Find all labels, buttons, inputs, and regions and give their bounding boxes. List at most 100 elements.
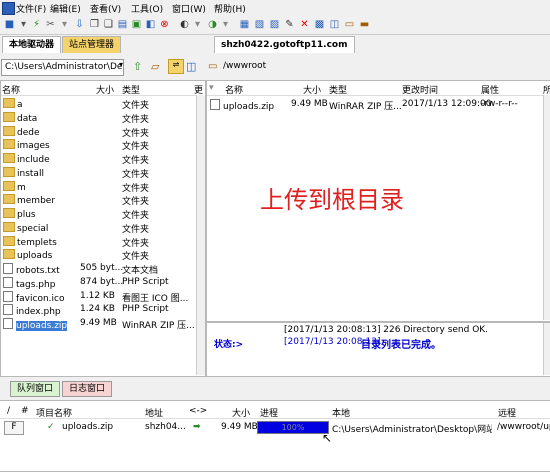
menu-tools[interactable]: 工具(O)	[131, 2, 163, 15]
upload-icon[interactable]: ▦	[238, 18, 251, 31]
save-icon[interactable]: ▣	[130, 18, 143, 31]
local-file-row[interactable]: templets 文件夹	[1, 235, 196, 249]
delete-icon[interactable]: ✕	[298, 18, 311, 31]
local-file-row[interactable]: tags.php 874 byt... PHP Script	[1, 276, 196, 290]
local-file-row[interactable]: a 文件夹	[1, 97, 196, 111]
remote-file-row[interactable]: uploads.zip 9.49 MB WinRAR ZIP 压... 2017…	[207, 98, 550, 112]
local-file-row[interactable]: index.php 1.24 KB PHP Script	[1, 303, 196, 317]
local-file-row[interactable]: plus 文件夹	[1, 207, 196, 221]
local-file-row[interactable]: dede 文件夹	[1, 125, 196, 139]
queue-header: / # 项目名称 地址 <-> 大小 进程 本地 远程	[0, 404, 550, 419]
local-file-row[interactable]: data 文件夹	[1, 111, 196, 125]
remote-path-combo[interactable]: /wwwroot	[220, 59, 550, 74]
local-file-row[interactable]: uploads.zip 9.49 MB WinRAR ZIP 压...	[1, 317, 196, 331]
queue-icon[interactable]: ▨	[268, 18, 281, 31]
menu-view[interactable]: 查看(V)	[90, 2, 121, 15]
quick-connect-icon[interactable]: ⚡	[30, 18, 43, 31]
terminal-icon[interactable]: ▬	[358, 18, 371, 31]
log-scrollbar[interactable]	[543, 323, 550, 375]
disconnect-icon[interactable]: ✂	[44, 18, 57, 31]
queue-col-remote[interactable]: 远程	[498, 406, 516, 419]
menu-file[interactable]: 文件(F)	[16, 2, 46, 15]
col-size[interactable]: 大小	[96, 83, 114, 96]
local-file-row[interactable]: robots.txt 505 byt... 文本文档	[1, 262, 196, 276]
remote-col-name[interactable]: 名称	[225, 83, 243, 96]
local-file-row[interactable]: include 文件夹	[1, 152, 196, 166]
menu-edit[interactable]: 编辑(E)	[50, 2, 81, 15]
menu-window[interactable]: 窗口(W)	[172, 2, 206, 15]
remote-tab-strip: shzh0422.gotoftp11.com	[210, 36, 550, 54]
local-file-type: 文件夹	[122, 142, 150, 153]
remote-col-type[interactable]: 类型	[329, 83, 347, 96]
queue-col-direction[interactable]: <->	[189, 406, 207, 416]
local-file-row[interactable]: m 文件夹	[1, 180, 196, 194]
remote-col-modified[interactable]: 更改时间	[402, 83, 438, 96]
col-type[interactable]: 类型	[122, 83, 140, 96]
connect-icon[interactable]: ■	[3, 18, 16, 31]
queue-col-name[interactable]: 项目名称	[36, 406, 72, 419]
folder-icon[interactable]: ▭	[343, 18, 356, 31]
tab-queue[interactable]: 队列窗口	[10, 381, 61, 397]
refresh-local-icon[interactable]: ◫	[186, 60, 196, 73]
rename-icon[interactable]: ▩	[313, 18, 326, 31]
tab-local-drive[interactable]: 本地驱动器	[2, 36, 62, 53]
local-scrollbar[interactable]	[196, 95, 205, 375]
queue-col-flag[interactable]: /	[7, 406, 10, 416]
progress-text: 100%	[281, 423, 305, 432]
copy-icon[interactable]: ❐	[88, 18, 101, 31]
local-file-row[interactable]: images 文件夹	[1, 138, 196, 153]
tab-site-manager[interactable]: 站点管理器	[62, 36, 122, 53]
local-file-name: member	[17, 196, 56, 207]
local-path-combo[interactable]: C:\Users\Administrator\De	[1, 59, 124, 76]
local-file-type: 文件夹	[122, 101, 150, 111]
stop-icon[interactable]: ⊗	[158, 18, 171, 31]
folder-icon	[3, 139, 15, 150]
local-file-type: 文本文档	[122, 266, 159, 276]
mouse-cursor-icon: ↖	[322, 431, 333, 445]
queue-col-index[interactable]: #	[21, 406, 29, 416]
tab-remote-site[interactable]: shzh0422.gotoftp11.com	[214, 36, 355, 53]
local-file-size: 1.12 KB	[80, 290, 115, 301]
remote-col-size[interactable]: 大小	[303, 83, 321, 96]
queue-item-address: shzh04...	[145, 422, 186, 432]
forward-icon[interactable]: ◑	[206, 18, 219, 31]
paste-icon[interactable]: ❑	[102, 18, 115, 31]
properties-icon[interactable]: ▤	[116, 18, 129, 31]
bottom-tab-strip: 队列窗口 日志窗口	[0, 380, 550, 398]
local-file-row[interactable]: install 文件夹	[1, 166, 196, 180]
menu-help[interactable]: 帮助(H)	[214, 2, 246, 15]
queue-col-size[interactable]: 大小	[232, 406, 250, 419]
edit-icon[interactable]: ✎	[283, 18, 296, 31]
remote-col-attr[interactable]: 属性	[481, 83, 499, 96]
local-file-type: 文件夹	[122, 252, 150, 263]
local-file-type: 文件夹	[122, 114, 150, 125]
back-icon[interactable]: ◐	[178, 18, 191, 31]
queue-row[interactable]: F ✓ uploads.zip shzh04... ➡ 9.49 MB 100%…	[0, 421, 550, 435]
back-dropdown-icon[interactable]: ▾	[191, 18, 204, 31]
local-file-name: uploads	[17, 251, 53, 262]
remote-scrollbar[interactable]	[543, 95, 550, 320]
transfer-icon[interactable]: ▧	[253, 18, 266, 31]
local-file-row[interactable]: favicon.ico 1.12 KB 看图王 ICO 图...	[1, 290, 196, 304]
file-icon	[3, 290, 13, 302]
up-folder-icon[interactable]: ⇧	[133, 60, 142, 73]
dropdown2-icon[interactable]: ▾	[58, 18, 71, 31]
tab-log[interactable]: 日志窗口	[62, 381, 113, 397]
queue-col-local[interactable]: 本地	[332, 406, 350, 419]
queue-col-progress[interactable]: 进程	[260, 406, 278, 419]
local-file-row[interactable]: special 文件夹	[1, 221, 196, 235]
new-folder-icon[interactable]: ▱	[151, 60, 159, 73]
sync-icon[interactable]: ⇌	[168, 59, 184, 74]
queue-col-address[interactable]: 地址	[145, 406, 163, 419]
local-file-name: install	[17, 168, 44, 179]
combo-dropdown-icon[interactable]: ▾	[119, 60, 123, 69]
local-file-row[interactable]: uploads 文件夹	[1, 248, 196, 263]
local-file-row[interactable]: member 文件夹	[1, 193, 196, 207]
bookmark-icon[interactable]: ◧	[144, 18, 157, 31]
forward-dropdown-icon[interactable]: ▾	[219, 18, 232, 31]
col-name[interactable]: 名称	[2, 83, 20, 96]
toolbar: ■ ▾ ⚡ ✂ ▾ ⇩ ❐ ❑ ▤ ▣ ◧ ⊗ ◐ ▾ ◑ ▾ ▦ ▧ ▨ ✎ …	[0, 16, 550, 35]
refresh-icon[interactable]: ◫	[328, 18, 341, 31]
dropdown-icon[interactable]: ▾	[17, 18, 30, 31]
download-icon[interactable]: ⇩	[73, 18, 86, 31]
